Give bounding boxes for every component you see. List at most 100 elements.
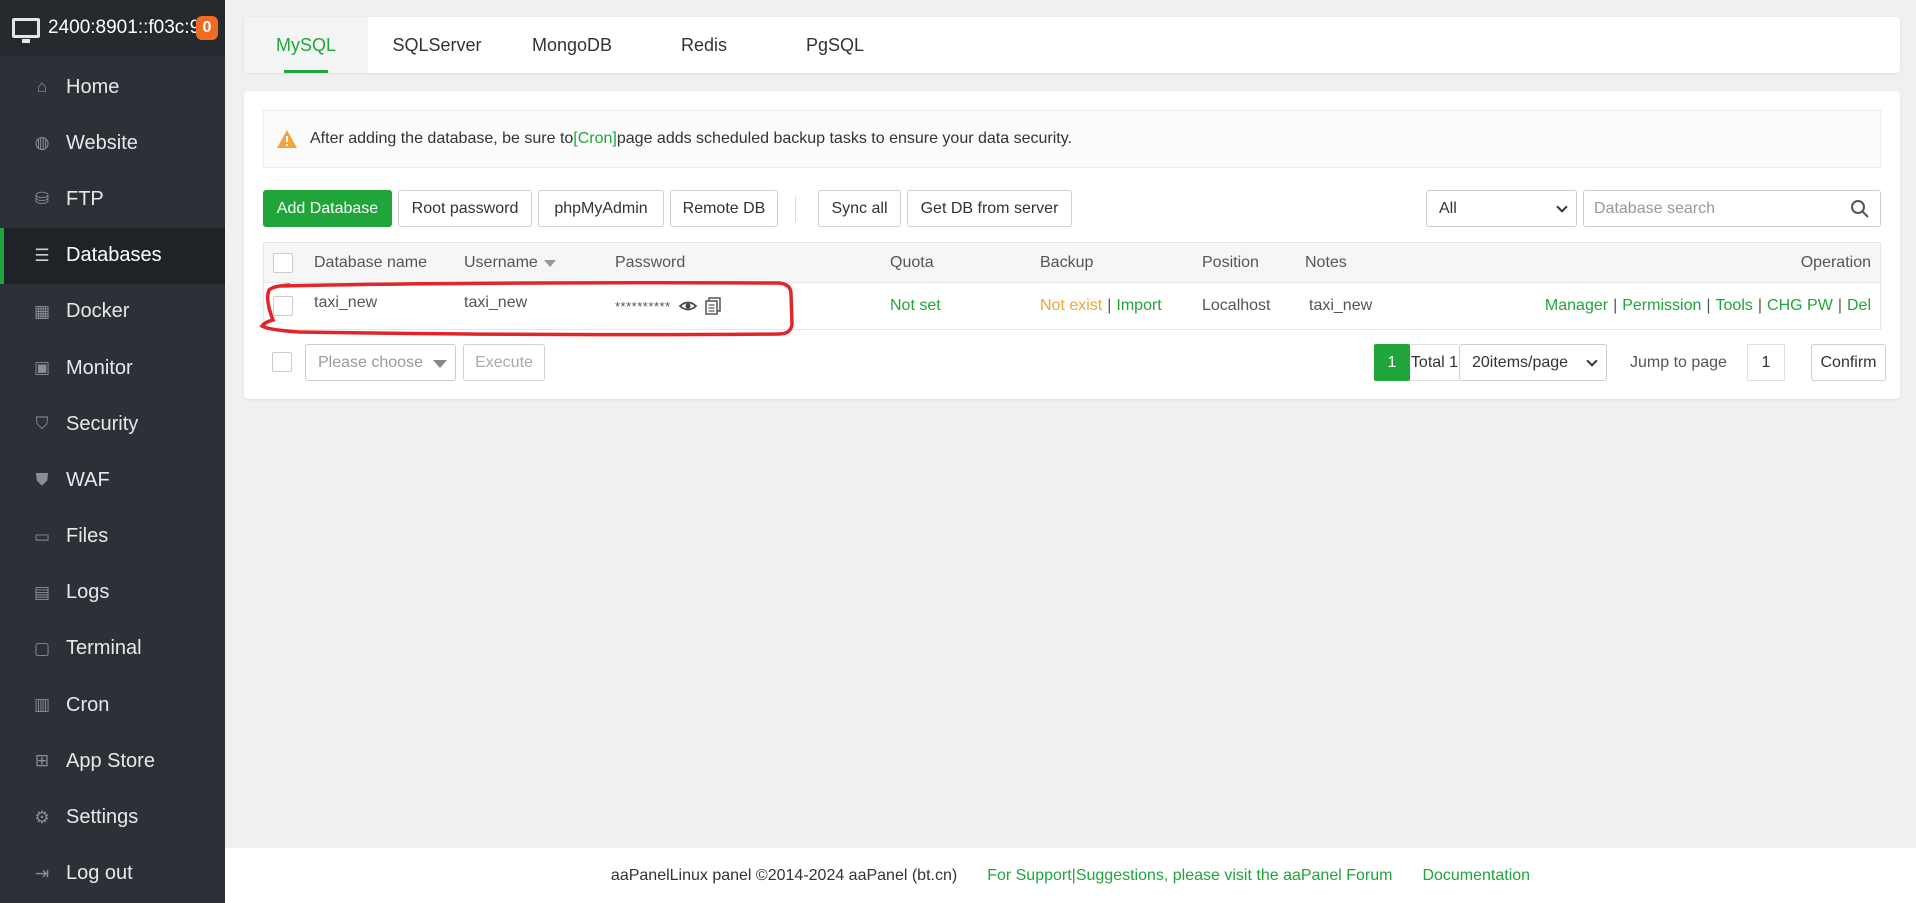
sidebar-item-waf[interactable]: ⛊ WAF (0, 452, 225, 508)
header-notes: Notes (1305, 253, 1347, 271)
select-all-checkbox[interactable] (273, 252, 293, 273)
caret-down-icon (433, 360, 447, 368)
sidebar-item-home[interactable]: ⌂ Home (0, 59, 225, 115)
alert-text-before: After adding the database, be sure to (310, 130, 574, 147)
chevron-down-icon (1586, 355, 1598, 367)
header-database-name: Database name (314, 253, 427, 271)
sidebar-item-logs[interactable]: ▤ Logs (0, 565, 225, 621)
add-database-button[interactable]: Add Database (263, 190, 392, 227)
sidebar-item-app-store[interactable]: ⊞ App Store (0, 733, 225, 789)
sidebar-item-label: Databases (66, 244, 162, 267)
database-table: Database name Username Password Quota Ba… (263, 242, 1881, 330)
server-header[interactable]: 2400:8901::f03c:9 0 (0, 0, 225, 56)
backup-status[interactable]: Not exist (1040, 297, 1102, 315)
jump-to-page-label: Jump to page (1630, 353, 1727, 371)
execute-button[interactable]: Execute (463, 344, 545, 381)
tab-mysql[interactable]: MySQL (244, 17, 368, 73)
sidebar-item-docker[interactable]: ▦ Docker (0, 284, 225, 340)
chevron-down-icon (1556, 201, 1568, 213)
change-password-link[interactable]: CHG PW (1767, 297, 1833, 315)
separator: | (1107, 297, 1112, 314)
cell-position: Localhost (1202, 297, 1271, 314)
sidebar-item-monitor[interactable]: ▣ Monitor (0, 340, 225, 396)
shield-icon: ⛉ (35, 414, 49, 434)
page-number-current[interactable]: 1 (1374, 344, 1410, 381)
batch-select-checkbox[interactable] (272, 352, 292, 372)
database-search-input[interactable]: Database search (1583, 190, 1881, 227)
tab-redis[interactable]: Redis (638, 17, 770, 73)
password-mask: ********** (615, 298, 671, 314)
row-checkbox[interactable] (273, 296, 293, 316)
batch-action-select[interactable]: Please choose (305, 344, 456, 381)
per-page-select[interactable]: 20items/page (1459, 344, 1607, 381)
documentation-link[interactable]: Documentation (1422, 867, 1530, 885)
import-link[interactable]: Import (1116, 297, 1161, 315)
sidebar-item-settings[interactable]: ⚙ Settings (0, 789, 225, 845)
confirm-button[interactable]: Confirm (1811, 344, 1886, 381)
header-username[interactable]: Username (464, 243, 556, 282)
cron-link[interactable]: [Cron] (573, 130, 617, 148)
terminal-icon: ▢ (33, 638, 51, 658)
gear-icon: ⚙ (34, 807, 50, 827)
support-forum-link[interactable]: For Support|Suggestions, please visit th… (987, 867, 1392, 885)
waf-shield-icon: ⛊ (35, 470, 49, 490)
tools-link[interactable]: Tools (1716, 297, 1753, 315)
delete-link[interactable]: Del (1847, 297, 1871, 315)
db-filter-select[interactable]: All (1426, 190, 1577, 227)
sidebar-item-cron[interactable]: ▥ Cron (0, 677, 225, 733)
footer-copyright: aaPanelLinux panel ©2014-2024 aaPanel (b… (610, 866, 958, 884)
globe-icon: ◍ (34, 133, 50, 153)
sidebar-item-terminal[interactable]: ▢ Terminal (0, 621, 225, 677)
sidebar-item-label: Terminal (66, 637, 142, 660)
remote-db-button[interactable]: Remote DB (670, 190, 778, 227)
table-footer: Please choose Execute 1 Total 1 20items/… (263, 344, 1886, 382)
tab-pgsql[interactable]: PgSQL (770, 17, 900, 73)
root-password-button[interactable]: Root password (398, 190, 532, 227)
header-username-label: Username (464, 253, 538, 271)
sidebar-item-logout[interactable]: ⇥ Log out (0, 846, 225, 902)
alert-text-after: page adds scheduled backup tasks to ensu… (616, 130, 1072, 147)
notification-badge[interactable]: 0 (196, 16, 218, 40)
main-area: MySQL SQLServer MongoDB Redis PgSQL Afte… (225, 0, 1916, 903)
sidebar-item-security[interactable]: ⛉ Security (0, 396, 225, 452)
permission-link[interactable]: Permission (1622, 297, 1701, 315)
header-backup: Backup (1040, 253, 1094, 271)
sidebar-nav: ⌂ Home ◍ Website ⛁ FTP ☰ Databases ▦ Docker ▣… (0, 59, 225, 902)
cell-quota[interactable]: Not set (890, 283, 941, 329)
header-password: Password (615, 253, 686, 271)
separator: | (1706, 297, 1711, 314)
docker-icon: ▦ (33, 301, 51, 321)
header-position: Position (1202, 253, 1259, 271)
sidebar-item-label: Monitor (66, 356, 133, 379)
tab-sqlserver[interactable]: SQLServer (368, 17, 506, 73)
jump-page-input[interactable]: 1 (1747, 344, 1785, 381)
sidebar-item-files[interactable]: ▭ Files (0, 509, 225, 565)
search-icon[interactable] (1850, 199, 1870, 219)
table-header: Database name Username Password Quota Ba… (264, 243, 1880, 283)
sidebar-item-label: FTP (66, 187, 104, 210)
sidebar-item-ftp[interactable]: ⛁ FTP (0, 171, 225, 227)
sync-all-button[interactable]: Sync all (818, 190, 901, 227)
cell-database-name: taxi_new (314, 294, 378, 311)
get-db-from-server-button[interactable]: Get DB from server (907, 190, 1072, 227)
sort-icon (543, 260, 556, 267)
sidebar-item-website[interactable]: ◍ Website (0, 115, 225, 171)
sidebar: 2400:8901::f03c:9 0 ⌂ Home ◍ Website ⛁ FTP … (0, 0, 225, 903)
manager-link[interactable]: Manager (1545, 297, 1608, 315)
header-quota: Quota (890, 253, 934, 271)
footer: aaPanelLinux panel ©2014-2024 aaPanel (b… (225, 848, 1916, 903)
separator: | (1613, 297, 1618, 314)
copy-icon[interactable] (704, 297, 721, 315)
header-operation: Operation (1800, 253, 1871, 271)
grid-icon: ⊞ (34, 751, 50, 771)
home-icon: ⌂ (36, 77, 48, 97)
logout-icon: ⇥ (34, 863, 50, 883)
tab-mongodb[interactable]: MongoDB (506, 17, 638, 73)
toolbar: Add Database Root password phpMyAdmin Re… (263, 190, 1881, 228)
sidebar-item-label: Settings (66, 806, 139, 829)
eye-icon[interactable] (678, 297, 697, 315)
sidebar-item-databases[interactable]: ☰ Databases (0, 227, 225, 284)
sidebar-item-label: Cron (66, 693, 110, 716)
phpmyadmin-button[interactable]: phpMyAdmin (538, 190, 664, 227)
cell-notes[interactable]: taxi_new (1309, 283, 1372, 329)
